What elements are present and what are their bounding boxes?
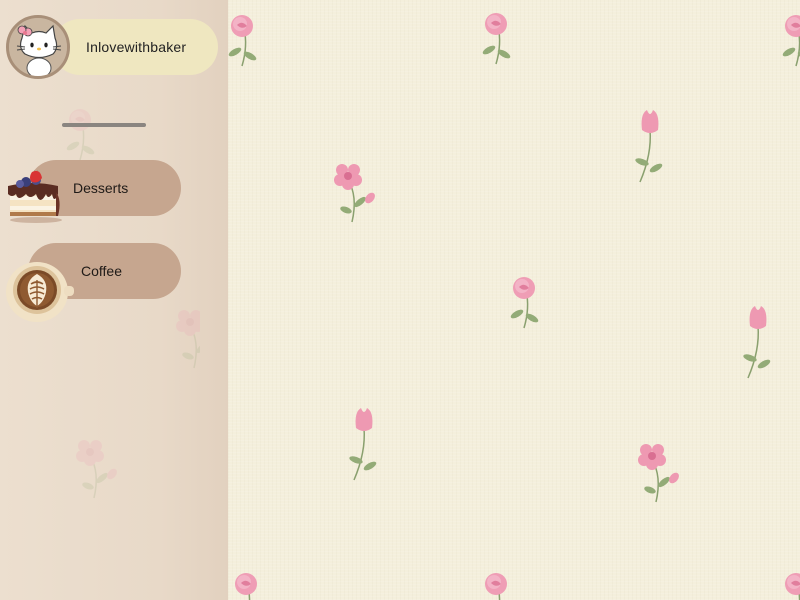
profile-username[interactable]: Inlovewithbaker [86, 38, 186, 56]
nav-label-desserts[interactable]: Desserts [73, 179, 128, 197]
divider [62, 123, 146, 127]
floral-pattern [228, 12, 800, 600]
cake-slice-icon[interactable] [6, 165, 64, 229]
sidebar: Inlovewithbaker Desserts Coffee [0, 0, 228, 600]
floral-wallpaper-canvas [228, 0, 800, 600]
nav-label-coffee[interactable]: Coffee [81, 262, 122, 280]
kitty-avatar-icon[interactable] [6, 15, 70, 79]
latte-art-icon[interactable] [4, 258, 74, 329]
